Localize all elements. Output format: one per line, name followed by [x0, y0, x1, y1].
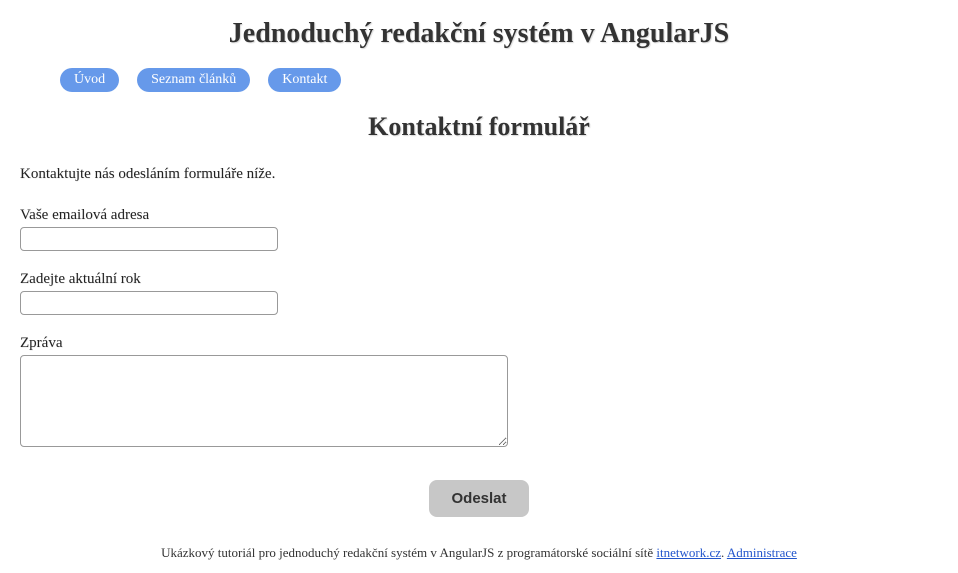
- main-nav: Úvod Seznam článků Kontakt: [20, 62, 938, 98]
- footer-text: Ukázkový tutoriál pro jednoduchý redakčn…: [161, 545, 656, 560]
- message-field[interactable]: [20, 355, 508, 447]
- email-label: Vaše emailová adresa: [20, 207, 938, 224]
- message-label: Zpráva: [20, 335, 938, 352]
- page-title: Kontaktní formulář: [20, 112, 938, 142]
- nav-link-articles[interactable]: Seznam článků: [137, 68, 250, 92]
- nav-link-home[interactable]: Úvod: [60, 68, 119, 92]
- app-title: Jednoduchý redakční systém v AngularJS: [20, 18, 938, 50]
- form-group-year: Zadejte aktuální rok: [20, 271, 938, 315]
- submit-button[interactable]: Odeslat: [429, 480, 528, 517]
- submit-row: Odeslat: [20, 480, 938, 517]
- instructions-text: Kontaktujte nás odesláním formuláře níže…: [20, 166, 938, 183]
- footer: Ukázkový tutoriál pro jednoduchý redakčn…: [20, 545, 938, 573]
- email-field[interactable]: [20, 227, 278, 251]
- form-group-message: Zpráva: [20, 335, 938, 452]
- form-group-email: Vaše emailová adresa: [20, 207, 938, 251]
- footer-link-admin[interactable]: Administrace: [727, 545, 797, 560]
- nav-link-contact[interactable]: Kontakt: [268, 68, 341, 92]
- year-field[interactable]: [20, 291, 278, 315]
- contact-form: Vaše emailová adresa Zadejte aktuální ro…: [20, 207, 938, 517]
- year-label: Zadejte aktuální rok: [20, 271, 938, 288]
- footer-link-itnetwork[interactable]: itnetwork.cz: [656, 545, 721, 560]
